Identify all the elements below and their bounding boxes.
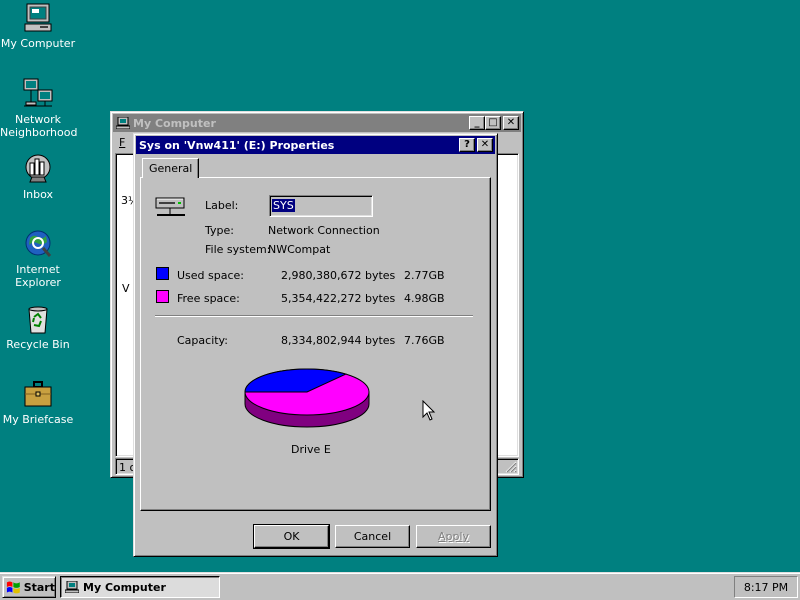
cancel-button[interactable]: Cancel	[335, 525, 410, 548]
drive-caption: Drive E	[291, 443, 331, 456]
clock[interactable]: 8:17 PM	[744, 581, 788, 594]
briefcase-icon	[22, 378, 54, 410]
close-button[interactable]: ✕	[503, 116, 519, 130]
desktop-icon-label: My Briefcase	[2, 413, 74, 426]
help-button[interactable]: ?	[459, 138, 475, 152]
ok-label: OK	[283, 530, 300, 543]
menu-file[interactable]: F	[119, 136, 125, 149]
windows-logo-icon	[6, 581, 20, 594]
dialog-title: Sys on 'Vnw411' (E:) Properties	[139, 138, 335, 152]
type-value: Network Connection	[268, 224, 380, 237]
volume-item-fragment[interactable]: V	[122, 282, 130, 295]
tab-label: General	[149, 162, 193, 175]
minimize-button[interactable]: _	[469, 116, 485, 130]
used-space-caption: Used space:	[177, 269, 245, 282]
capacity-bytes: 8,334,802,944 bytes	[281, 334, 396, 347]
used-space-swatch	[156, 267, 169, 280]
my-computer-titlebar[interactable]: My Computer _ □ ✕	[113, 114, 521, 132]
start-label: Start	[23, 580, 55, 594]
type-caption: Type:	[205, 224, 234, 237]
cancel-label: Cancel	[353, 530, 392, 543]
desktop-icon-label: Inbox	[22, 188, 54, 201]
desktop-icon-recycle-bin[interactable]: Recycle Bin	[0, 303, 76, 351]
label-caption: Label:	[205, 199, 239, 212]
internet-explorer-icon	[22, 228, 54, 260]
computer-small-icon	[65, 581, 79, 593]
desktop-icon-network-neighborhood[interactable]: Network Neighborhood	[0, 78, 78, 139]
resize-grip-icon[interactable]	[505, 461, 517, 473]
computer-small-icon	[116, 117, 130, 129]
free-space-bytes: 5,354,422,272 bytes	[281, 292, 396, 305]
properties-dialog: Sys on 'Vnw411' (E:) Properties ? ✕ Gene…	[133, 133, 498, 557]
desktop-icon-internet-explorer[interactable]: Internet Explorer	[0, 228, 76, 289]
window-title: My Computer	[133, 116, 216, 130]
network-drive-icon	[155, 197, 185, 216]
network-icon	[22, 78, 54, 110]
used-space-gb: 2.77GB	[404, 269, 445, 282]
general-tab-panel: Label: SYS Type: Network Connection File…	[140, 177, 491, 511]
free-space-caption: Free space:	[177, 292, 240, 305]
recycle-bin-icon	[22, 303, 54, 335]
desktop-icon-inbox[interactable]: Inbox	[0, 153, 76, 201]
taskbar-item-label: My Computer	[83, 580, 166, 594]
apply-button: Apply	[416, 525, 491, 548]
ok-button[interactable]: OK	[253, 524, 330, 549]
separator	[155, 315, 473, 317]
system-tray: 8:17 PM	[734, 576, 798, 598]
free-space-swatch	[156, 290, 169, 303]
maximize-button[interactable]: □	[485, 116, 501, 130]
taskbar: Start My Computer 8:17 PM	[0, 572, 800, 600]
file-system-caption: File system:	[205, 243, 271, 256]
desktop-icon-label: Internet Explorer	[15, 263, 61, 289]
inbox-icon	[22, 153, 54, 185]
mouse-pointer-icon	[422, 400, 436, 421]
desktop-icon-label: My Computer	[0, 37, 76, 50]
dialog-titlebar[interactable]: Sys on 'Vnw411' (E:) Properties ? ✕	[136, 136, 495, 154]
free-space-gb: 4.98GB	[404, 292, 445, 305]
capacity-gb: 7.76GB	[404, 334, 445, 347]
close-button[interactable]: ✕	[477, 138, 493, 152]
disk-usage-pie	[244, 368, 370, 428]
desktop-icon-my-briefcase[interactable]: My Briefcase	[0, 378, 76, 426]
computer-icon	[22, 2, 54, 34]
taskbar-item-my-computer[interactable]: My Computer	[60, 576, 220, 598]
desktop-icon-label: Network Neighborhood	[0, 113, 78, 139]
desktop-icon-label: Recycle Bin	[6, 338, 70, 351]
label-input-value: SYS	[272, 199, 295, 212]
tab-general[interactable]: General	[142, 158, 200, 178]
capacity-caption: Capacity:	[177, 334, 228, 347]
apply-label: Apply	[437, 530, 470, 543]
used-space-bytes: 2,980,380,672 bytes	[281, 269, 396, 282]
label-input[interactable]: SYS	[269, 195, 373, 217]
start-button[interactable]: Start	[2, 576, 56, 598]
desktop-icon-my-computer[interactable]: My Computer	[0, 2, 76, 50]
file-system-value: NWCompat	[268, 243, 331, 256]
